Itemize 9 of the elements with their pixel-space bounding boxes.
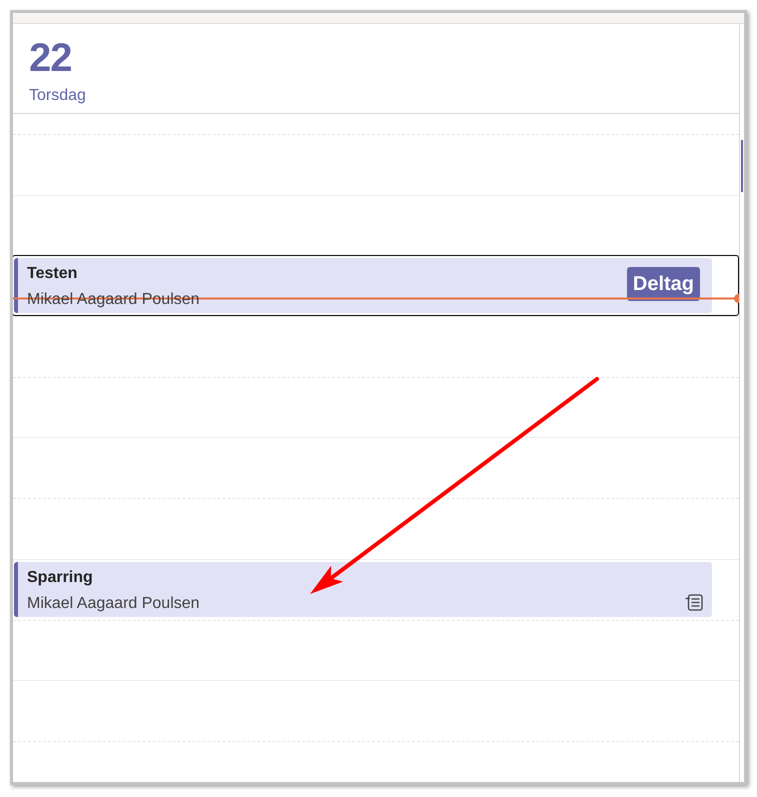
event-card[interactable]: Sparring Mikael Aagaard Poulsen: [14, 562, 712, 617]
weekday-label: Torsdag: [29, 88, 86, 104]
day-number: 22: [29, 38, 72, 78]
event-title: Sparring: [27, 568, 93, 588]
join-button[interactable]: Deltag: [626, 267, 700, 302]
scrollbar-thumb[interactable]: [741, 140, 743, 192]
event-organizer: Mikael Aagaard Poulsen: [27, 594, 200, 614]
notes-icon[interactable]: [685, 594, 703, 611]
event-title: Testen: [27, 264, 78, 284]
